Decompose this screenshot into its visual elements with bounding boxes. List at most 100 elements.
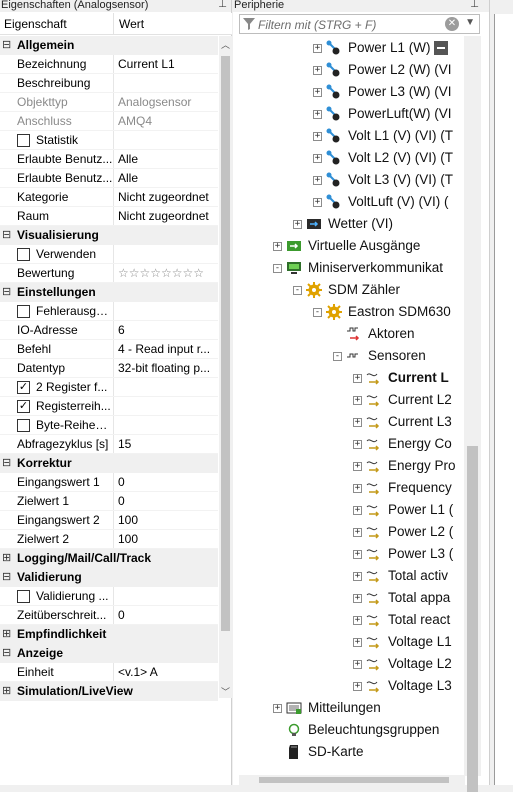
expand-icon[interactable]: + [353, 615, 362, 625]
category-row[interactable]: ⊟ Allgemein [0, 36, 218, 55]
tree-node[interactable]: + Voltage L3 [353, 675, 464, 697]
collapse-icon[interactable]: ⊟ [2, 226, 11, 245]
property-row[interactable]: Fehlerausga... [0, 302, 218, 321]
property-row[interactable]: ✓ Registerreih... [0, 397, 218, 416]
tree-node[interactable]: + Total react [353, 609, 464, 631]
tree-node[interactable]: - Miniserverkommunikat [273, 257, 464, 279]
property-value[interactable]: Current L1 [118, 55, 216, 74]
expand-icon[interactable]: + [293, 219, 302, 229]
collapse-icon[interactable]: ⊟ [2, 568, 11, 587]
property-row[interactable]: IO-Adresse 6 [0, 321, 218, 340]
property-row[interactable]: Eingangswert 2 100 [0, 511, 218, 530]
filter-input[interactable]: Filtern mit (STRG + F) ✕ ▼ [239, 14, 480, 34]
expand-icon[interactable]: + [353, 505, 362, 515]
tree-node[interactable]: + Voltage L1 [353, 631, 464, 653]
tree-node[interactable]: - Sensoren [333, 345, 464, 367]
collapse-icon[interactable]: ⊟ [2, 644, 11, 663]
collapse-icon[interactable]: - [333, 351, 342, 361]
property-row[interactable]: Anschluss AMQ4 [0, 112, 218, 131]
property-value[interactable]: 4 - Read input r... [118, 340, 216, 359]
tree-node[interactable]: Beleuchtungsgruppen [273, 719, 464, 741]
expand-icon[interactable]: + [353, 571, 362, 581]
expand-icon[interactable]: + [273, 241, 282, 251]
tree-node[interactable]: + Total appa [353, 587, 464, 609]
property-checkbox[interactable]: ✓ [17, 381, 30, 394]
expand-icon[interactable]: + [313, 109, 322, 119]
property-value[interactable]: 15 [118, 435, 216, 454]
tree-node[interactable]: + Power L3 ( [353, 543, 464, 565]
expand-icon[interactable]: + [313, 153, 322, 163]
filter-dropdown-icon[interactable]: ▼ [465, 17, 475, 28]
expand-icon[interactable]: + [353, 527, 362, 537]
tree-node[interactable]: + Mitteilungen [273, 697, 464, 719]
tree-node[interactable]: + Power L1 (W) [313, 37, 464, 59]
expand-icon[interactable]: + [353, 417, 362, 427]
property-value[interactable]: 100 [118, 530, 216, 549]
tree-node[interactable]: + Energy Pro [353, 455, 464, 477]
property-row[interactable]: Abfragezyklus [s] 15 [0, 435, 218, 454]
property-row[interactable]: Datentyp 32-bit floating p... [0, 359, 218, 378]
expand-icon[interactable]: + [353, 461, 362, 471]
tree-node[interactable]: + Total activ [353, 565, 464, 587]
category-row[interactable]: ⊟ Anzeige [0, 644, 218, 663]
category-row[interactable]: ⊞ Empfindlichkeit [0, 625, 218, 644]
property-checkbox[interactable] [17, 305, 30, 318]
tree-node[interactable]: - Eastron SDM630 [313, 301, 464, 323]
tree-node[interactable]: + Power L2 ( [353, 521, 464, 543]
property-value[interactable]: Nicht zugeordnet [118, 188, 216, 207]
tree-node[interactable]: + Volt L2 (V) (VI) (T [313, 147, 464, 169]
property-row[interactable]: Kategorie Nicht zugeordnet [0, 188, 218, 207]
property-value[interactable]: 0 [118, 473, 216, 492]
property-checkbox[interactable] [17, 419, 30, 432]
tree-node[interactable]: + Energy Co [353, 433, 464, 455]
property-row[interactable]: Eingangswert 1 0 [0, 473, 218, 492]
property-value[interactable]: 0 [118, 492, 216, 511]
clear-filter-icon[interactable]: ✕ [445, 17, 459, 31]
property-value[interactable]: 6 [118, 321, 216, 340]
property-row[interactable]: Byte-Reihen... [0, 416, 218, 435]
properties-scrollbar[interactable]: ︿ ﹀ [219, 36, 232, 698]
property-value[interactable]: <v.1> A [118, 663, 216, 682]
properties-scroll-thumb[interactable] [221, 56, 230, 631]
expand-icon[interactable]: + [353, 373, 362, 383]
collapse-icon[interactable]: - [313, 307, 322, 317]
pin-icon[interactable]: ⊥ [218, 0, 227, 10]
expand-icon[interactable]: + [353, 483, 362, 493]
collapse-icon[interactable]: ⊟ [2, 36, 11, 55]
property-row[interactable]: Bezeichnung Current L1 [0, 55, 218, 74]
expand-icon[interactable]: + [313, 65, 322, 75]
tree-node[interactable]: + Volt L3 (V) (VI) (T [313, 169, 464, 191]
expand-icon[interactable]: ⊞ [2, 549, 11, 568]
tree-node[interactable]: + Current L3 [353, 411, 464, 433]
column-header-name[interactable]: Eigenschaft [4, 13, 67, 35]
tree-node[interactable]: + Voltage L2 [353, 653, 464, 675]
expand-icon[interactable]: + [313, 175, 322, 185]
category-row[interactable]: ⊟ Korrektur [0, 454, 218, 473]
expand-icon[interactable]: + [313, 197, 322, 207]
property-checkbox[interactable]: ✓ [17, 400, 30, 413]
tree-node[interactable]: + Power L1 ( [353, 499, 464, 521]
expand-icon[interactable]: + [273, 703, 282, 713]
property-checkbox[interactable] [17, 134, 30, 147]
property-value[interactable]: Analogsensor [118, 93, 216, 112]
scroll-down-icon[interactable]: ﹀ [221, 685, 230, 698]
tree-hscroll-thumb[interactable] [259, 777, 449, 783]
expand-icon[interactable]: + [313, 43, 322, 53]
property-row[interactable]: ✓ 2 Register f... [0, 378, 218, 397]
category-row[interactable]: ⊟ Einstellungen [0, 283, 218, 302]
tree-node[interactable]: + Power L3 (W) (VI [313, 81, 464, 103]
expand-icon[interactable]: + [353, 659, 362, 669]
tree-node[interactable]: + Current L2 [353, 389, 464, 411]
property-row[interactable]: Zeitüberschreit... 0 [0, 606, 218, 625]
property-value[interactable]: Alle [118, 150, 216, 169]
category-row[interactable]: ⊞ Simulation/LiveView [0, 682, 218, 701]
tree-node[interactable]: + Wetter (VI) [293, 213, 464, 235]
property-row[interactable]: Bewertung ☆☆☆☆☆☆☆☆ [0, 264, 218, 283]
expand-icon[interactable]: ⊞ [2, 682, 11, 701]
tree-node[interactable]: + Virtuelle Ausgänge [273, 235, 464, 257]
tree-node[interactable]: + Current L [353, 367, 464, 389]
property-value[interactable]: Alle [118, 169, 216, 188]
tree-scroll-thumb[interactable] [467, 446, 478, 792]
property-row[interactable]: Zielwert 1 0 [0, 492, 218, 511]
collapse-icon[interactable]: ⊟ [2, 283, 11, 302]
